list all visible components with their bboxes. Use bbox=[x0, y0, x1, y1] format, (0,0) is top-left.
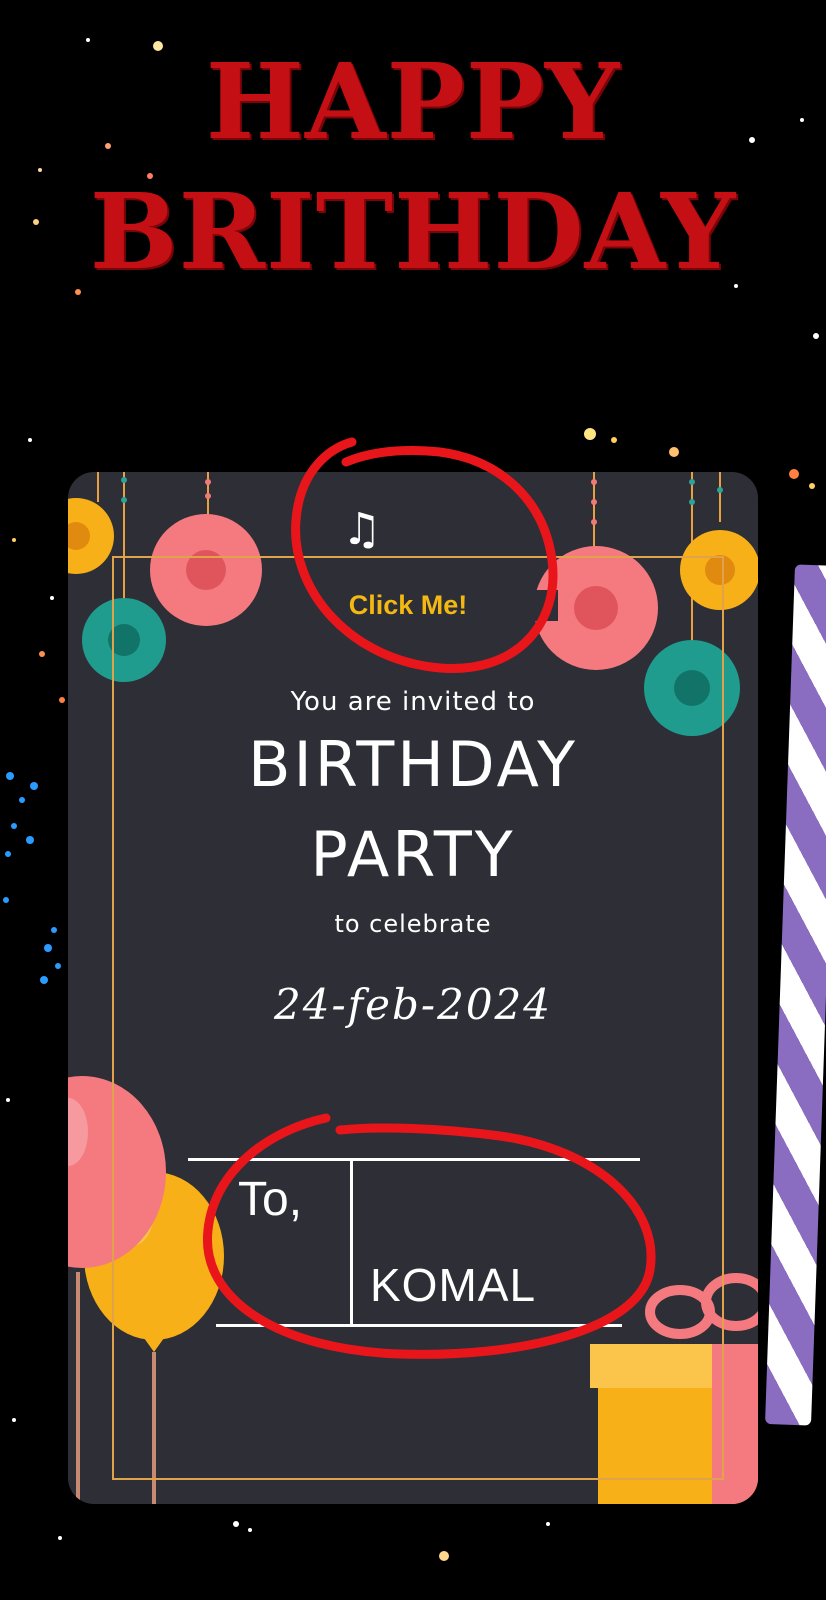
headline-birthday: BRITHDAY bbox=[89, 170, 737, 293]
to-label: To, bbox=[238, 1173, 303, 1226]
title-party: PARTY bbox=[310, 818, 516, 891]
title-birthday: BIRTHDAY bbox=[247, 728, 578, 801]
recipient-table-top-line bbox=[188, 1158, 640, 1161]
recipient-table-divider bbox=[350, 1158, 353, 1327]
click-me-button[interactable]: Click Me! bbox=[258, 590, 558, 621]
recipient-table-bottom-line bbox=[216, 1324, 622, 1327]
headline-happy: HAPPY bbox=[205, 40, 621, 163]
music-note-icon[interactable]: ♫ bbox=[342, 508, 381, 552]
invitation-card: ♫ Click Me! You are invited to BIRTHDAY … bbox=[68, 472, 758, 1504]
subtitle-celebrate: to celebrate bbox=[334, 910, 492, 938]
invited-text: You are invited to bbox=[290, 687, 536, 717]
event-date: 24-feb-2024 bbox=[274, 980, 552, 1029]
recipient-name: KOMAL bbox=[370, 1259, 537, 1311]
